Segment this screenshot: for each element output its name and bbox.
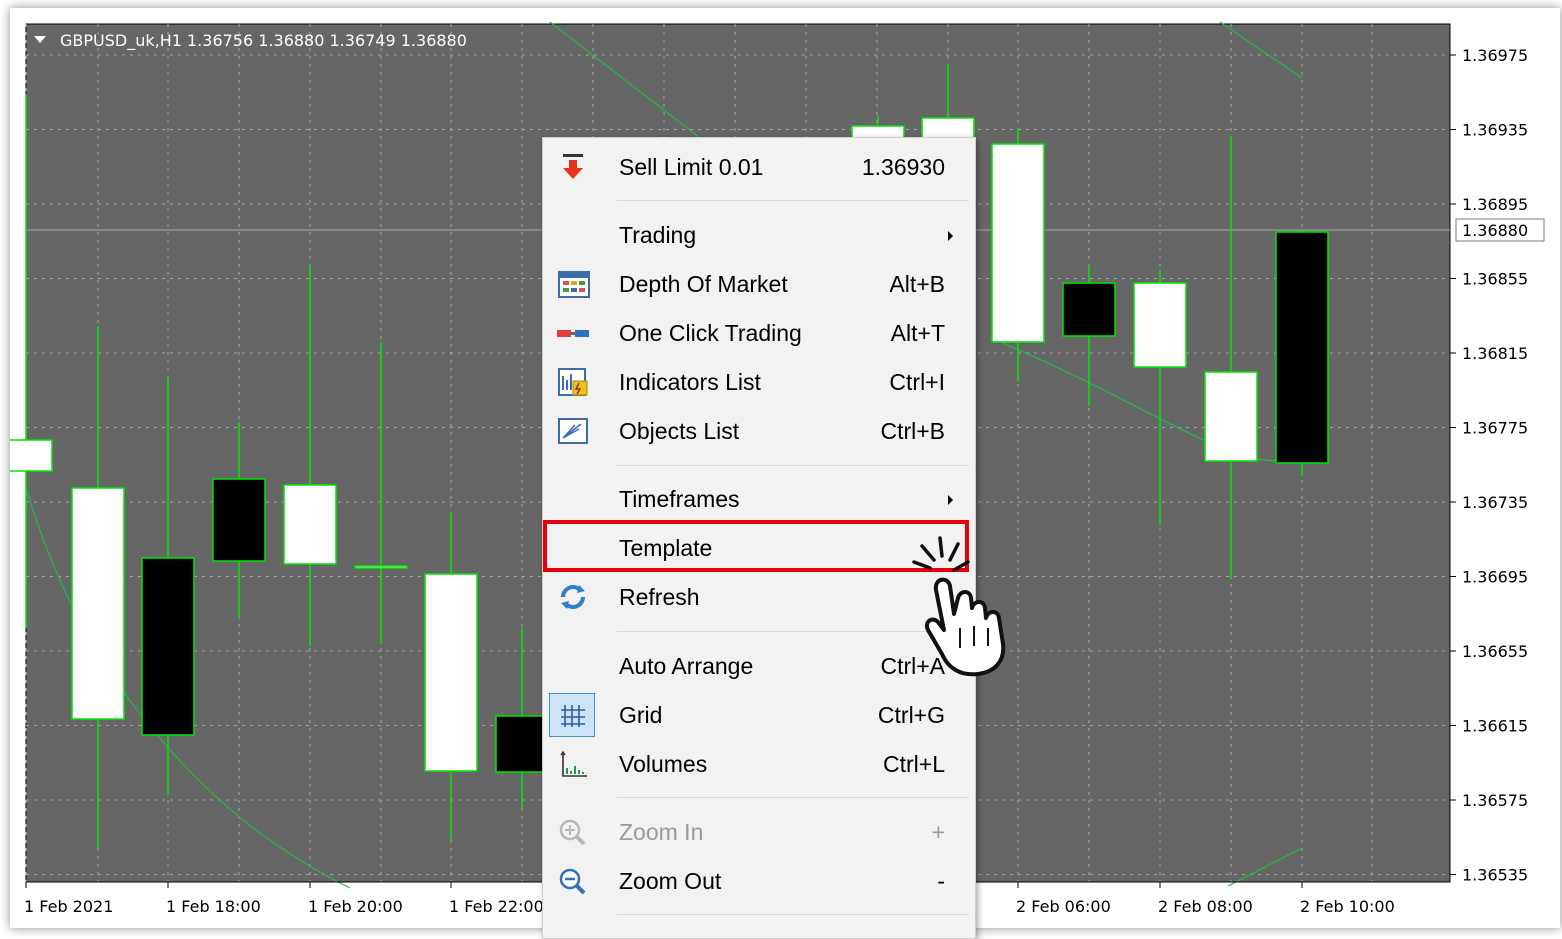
candle-body[interactable] <box>921 117 975 139</box>
time-axis-label: 1 Feb 20:00 <box>308 897 403 916</box>
menu-item-label: Indicators List <box>619 369 761 395</box>
menu-item-zoom-out[interactable]: Zoom Out - <box>543 858 975 904</box>
price-axis-label: 1.36735 <box>1462 493 1528 512</box>
candle-body[interactable] <box>1275 231 1329 464</box>
time-axis-label: 2 Feb 08:00 <box>1158 897 1253 916</box>
submenu-arrow-icon <box>948 231 953 241</box>
menu-item-volumes[interactable]: Volumes Ctrl+L <box>543 741 975 787</box>
menu-item-indicators-list[interactable]: Indicators List Ctrl+I <box>543 359 975 405</box>
sell-limit-arrow-icon <box>563 154 583 179</box>
menu-item-price: 1.36930 <box>861 154 945 180</box>
price-axis-label: 1.36895 <box>1462 195 1528 214</box>
candle-body[interactable] <box>1204 371 1258 462</box>
zoom-in-icon <box>559 819 586 846</box>
price-axis-label: 1.36655 <box>1462 642 1528 661</box>
candle-body[interactable] <box>283 484 337 565</box>
menu-separator <box>617 914 969 915</box>
menu-separator <box>617 465 969 466</box>
menu-item-one-click-trading[interactable]: One Click Trading Alt+T <box>543 310 975 356</box>
time-axis-label: 2 Feb 06:00 <box>1016 897 1111 916</box>
grid-icon <box>561 705 585 727</box>
time-axis-label: 1 Feb 18:00 <box>166 897 261 916</box>
menu-item-label: Zoom In <box>619 819 704 845</box>
candle-body[interactable] <box>212 478 266 562</box>
candle-body[interactable] <box>1062 282 1116 337</box>
price-axis-label: 1.36615 <box>1462 717 1528 736</box>
menu-item-shortcut: Ctrl+I <box>889 369 945 395</box>
menu-item-depth-of-market[interactable]: Depth Of Market Alt+B <box>543 261 975 307</box>
menu-item-sell-limit[interactable]: Sell Limit 0.01 1.36930 <box>543 144 975 190</box>
one-click-trading-icon <box>557 330 589 337</box>
time-axis-label: 1 Feb 2021 <box>24 897 113 916</box>
menu-item-label: Objects List <box>619 418 740 444</box>
menu-separator <box>617 200 969 201</box>
objects-list-icon <box>558 418 588 444</box>
menu-item-shortcut: Ctrl+L <box>883 751 945 777</box>
menu-item-label: Volumes <box>619 751 708 777</box>
candle-body[interactable] <box>354 565 408 569</box>
menu-item-label: Trading <box>619 222 697 248</box>
menu-item-timeframes[interactable]: Timeframes <box>543 476 975 522</box>
menu-item-label: Timeframes <box>619 486 740 512</box>
menu-item-shortcut: Alt+B <box>889 271 945 297</box>
menu-item-label: Sell Limit 0.01 <box>619 154 764 180</box>
menu-item-shortcut: + <box>931 819 945 845</box>
menu-item-shortcut: Ctrl+B <box>880 418 945 444</box>
price-axis-label: 1.36535 <box>1462 866 1528 885</box>
menu-item-shortcut: Ctrl+G <box>877 702 945 728</box>
chart-symbol-header: GBPUSD_uk,H1 1.36756 1.36880 1.36749 1.3… <box>60 31 467 51</box>
menu-item-label: One Click Trading <box>619 320 802 346</box>
time-axis-label: 2 Feb 10:00 <box>1300 897 1395 916</box>
menu-item-shortcut: - <box>937 868 945 894</box>
price-axis-label: 1.36695 <box>1462 568 1528 587</box>
volumes-icon <box>560 750 587 777</box>
menu-item-label: Depth Of Market <box>619 271 788 297</box>
menu-item-label: Auto Arrange <box>619 653 754 679</box>
menu-item-label: Zoom Out <box>619 868 722 894</box>
candle-body[interactable] <box>141 557 195 736</box>
menu-item-trading[interactable]: Trading <box>543 212 975 258</box>
indicators-list-icon <box>558 368 588 396</box>
price-axis-label: 1.36855 <box>1462 270 1528 289</box>
menu-item-grid[interactable]: Grid Ctrl+G <box>543 692 975 738</box>
menu-item-objects-list[interactable]: Objects List Ctrl+B <box>543 408 975 454</box>
submenu-arrow-icon <box>948 495 953 505</box>
zoom-out-icon <box>559 868 586 895</box>
price-axis-label: 1.36775 <box>1462 419 1528 438</box>
refresh-icon <box>561 585 585 609</box>
menu-separator <box>617 797 969 798</box>
menu-item-label: Grid <box>619 702 663 728</box>
depth-of-market-icon <box>558 271 590 298</box>
menu-item-zoom-in[interactable]: Zoom In + <box>543 809 975 855</box>
candle-body[interactable] <box>991 143 1045 343</box>
time-axis-label: 1 Feb 22:00 <box>449 897 544 916</box>
candle-body[interactable] <box>495 715 549 773</box>
price-axis-label: 1.36815 <box>1462 344 1528 363</box>
candle-body[interactable] <box>10 439 53 472</box>
menu-item-shortcut: Alt+T <box>890 320 945 346</box>
current-price-label: 1.36880 <box>1462 221 1528 240</box>
price-axis-label: 1.36575 <box>1462 791 1528 810</box>
menu-item-label: Refresh <box>619 584 700 610</box>
price-axis-label: 1.36975 <box>1462 46 1528 65</box>
candle-body[interactable] <box>424 573 478 772</box>
hand-pointer-cursor-icon <box>912 536 1006 677</box>
candle-body[interactable] <box>71 487 125 720</box>
price-axis-label: 1.36935 <box>1462 121 1528 140</box>
candle-body[interactable] <box>1133 282 1187 368</box>
